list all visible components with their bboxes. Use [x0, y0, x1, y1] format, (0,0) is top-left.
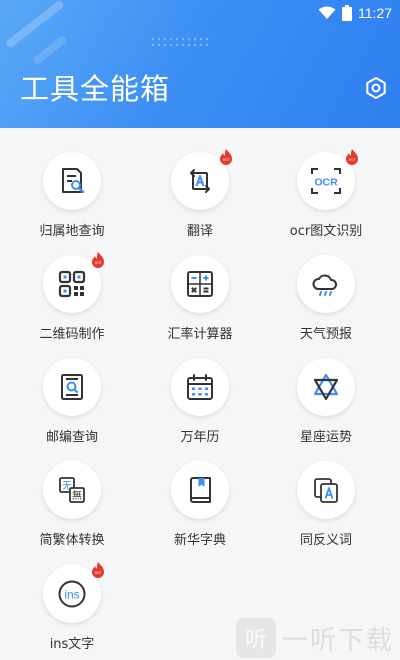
- battery-icon: [342, 5, 352, 21]
- tool-simplified-traditional[interactable]: 无 無 简繁体转换: [17, 461, 127, 548]
- tool-icon-circle: [171, 358, 229, 416]
- postcode-search-icon: [61, 374, 83, 400]
- tool-label: 同反义词: [299, 533, 352, 548]
- tool-calendar[interactable]: 万年历: [145, 358, 255, 445]
- weather-icon: [312, 274, 338, 296]
- svg-text:無: 無: [72, 489, 82, 502]
- hot-badge-icon: HOT: [92, 252, 104, 268]
- tool-icon-circle: [171, 255, 229, 313]
- tool-horoscope[interactable]: 星座运势: [271, 358, 381, 445]
- tool-label: ocr图文识别: [289, 224, 363, 239]
- tool-label: 归属地查询: [39, 224, 105, 239]
- svg-text:HOT: HOT: [95, 571, 102, 575]
- tool-icon-circle: [297, 255, 355, 313]
- tool-label: ins文字: [49, 637, 95, 652]
- hot-badge-icon: HOT: [346, 149, 358, 165]
- header-dots: [150, 36, 210, 46]
- tool-icon-circle: [297, 358, 355, 416]
- hot-badge-icon: HOT: [220, 149, 232, 165]
- tool-label: 万年历: [180, 430, 220, 445]
- ins-text-icon: ins: [58, 580, 86, 608]
- tool-postcode-search[interactable]: 邮编查询: [17, 358, 127, 445]
- convert-icon: 无 無: [59, 477, 85, 503]
- tool-label: 邮编查询: [45, 430, 98, 445]
- tool-synonym[interactable]: 同反义词: [271, 461, 381, 548]
- tool-icon-circle: [171, 461, 229, 519]
- tool-icon-circle: 无 無: [43, 461, 101, 519]
- svg-text:HOT: HOT: [223, 158, 230, 162]
- tool-icon-circle: ins HOT: [43, 562, 104, 623]
- tool-exchange-calculator[interactable]: 汇率计算器: [145, 255, 255, 342]
- svg-text:HOT: HOT: [349, 158, 356, 162]
- watermark: 听 一听下载: [235, 618, 394, 658]
- tool-location-search[interactable]: 归属地查询: [17, 152, 127, 239]
- tool-label: 新华字典: [173, 533, 226, 548]
- tool-label: 简繁体转换: [39, 533, 105, 548]
- svg-text:HOT: HOT: [95, 261, 102, 265]
- status-time: 11:27: [358, 5, 392, 21]
- tool-qr-code[interactable]: HOT 二维码制作: [17, 252, 127, 342]
- tool-ins-text[interactable]: ins HOT ins文字: [17, 562, 127, 652]
- tool-icon-circle: HOT: [171, 149, 232, 210]
- watermark-text: 一听下载: [281, 625, 394, 656]
- settings-icon[interactable]: [364, 76, 388, 100]
- tool-icon-circle: [43, 152, 101, 210]
- tool-icon-circle: OCR HOT: [297, 149, 358, 210]
- location-search-icon: [62, 168, 85, 194]
- tool-label: 翻译: [186, 224, 213, 239]
- tool-label: 星座运势: [299, 430, 352, 445]
- header-decoration: [31, 34, 69, 66]
- page-title: 工具全能箱: [20, 72, 171, 106]
- tool-weather[interactable]: 天气预报: [271, 255, 381, 342]
- translate-icon: [190, 169, 210, 193]
- tool-icon-circle: HOT: [43, 252, 104, 313]
- ocr-scan-icon: OCR: [311, 168, 341, 194]
- tool-icon-circle: [297, 461, 355, 519]
- dictionary-icon: [190, 477, 211, 503]
- tool-label: 二维码制作: [39, 327, 105, 342]
- status-bar: 11:27: [318, 3, 392, 23]
- svg-text:OCR: OCR: [314, 177, 338, 189]
- star-icon: [313, 373, 339, 401]
- synonym-icon: [314, 478, 338, 503]
- app-header: 11:27 工具全能箱: [0, 0, 400, 128]
- tool-translate[interactable]: HOT 翻译: [145, 149, 255, 239]
- calendar-icon: [187, 374, 213, 400]
- hot-badge-icon: HOT: [92, 562, 104, 578]
- tool-dictionary[interactable]: 新华字典: [145, 461, 255, 548]
- calculator-icon: [187, 271, 213, 297]
- watermark-logo: 听: [235, 618, 276, 658]
- tool-icon-circle: [43, 358, 101, 416]
- tool-label: 天气预报: [299, 327, 352, 342]
- tool-label: 汇率计算器: [167, 327, 233, 342]
- tool-ocr[interactable]: OCR HOT ocr图文识别: [271, 149, 381, 239]
- wifi-icon: [318, 6, 336, 19]
- svg-text:ins: ins: [64, 588, 79, 602]
- qr-code-icon: [58, 270, 86, 298]
